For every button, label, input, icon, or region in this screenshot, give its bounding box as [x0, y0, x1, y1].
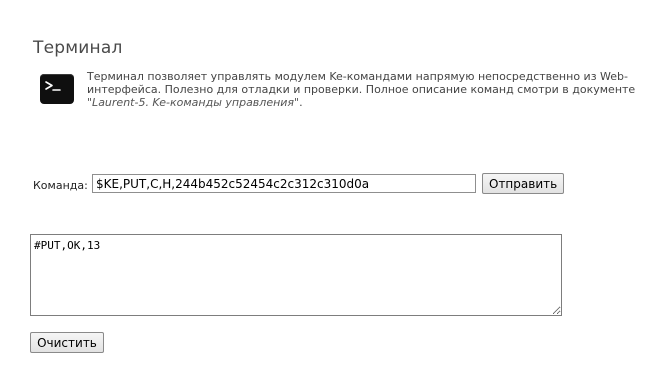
page-title: Терминал: [33, 38, 123, 58]
send-button[interactable]: Отправить: [482, 173, 564, 194]
intro-text-end: .: [299, 96, 303, 109]
terminal-icon: [40, 74, 74, 104]
intro-text: Терминал позволяет управлять модулем Ke-…: [87, 70, 636, 96]
command-input[interactable]: [92, 174, 476, 193]
command-label: Команда:: [33, 179, 88, 192]
clear-button[interactable]: Очистить: [30, 332, 104, 353]
terminal-output[interactable]: #PUT,OK,13: [30, 234, 562, 316]
doc-reference: "Laurent-5. Ke-команды управления": [87, 96, 300, 109]
intro-description: Терминал позволяет управлять модулем Ke-…: [87, 70, 637, 109]
